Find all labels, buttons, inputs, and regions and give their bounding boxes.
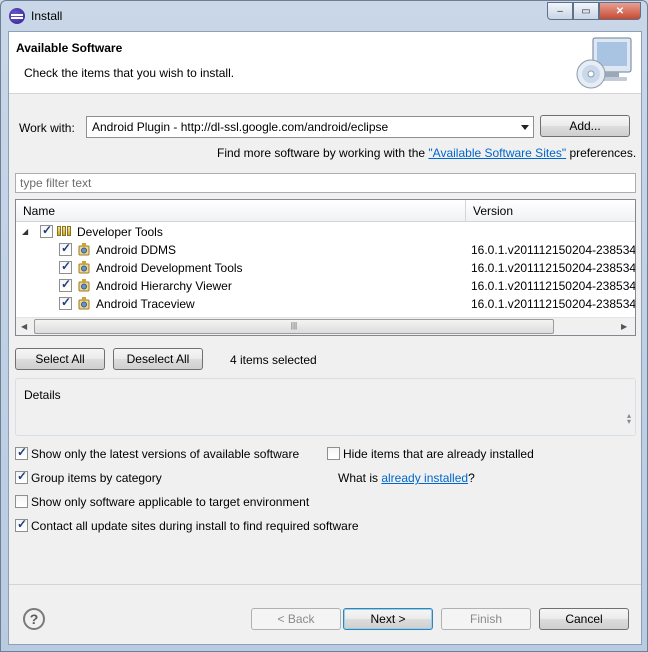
item-version: 16.0.1.v201112150204-238534 <box>471 261 636 275</box>
plugin-feature-icon <box>78 279 90 292</box>
plugin-feature-icon <box>78 297 90 310</box>
category-checkbox[interactable] <box>40 223 53 238</box>
page-description: Check the items that you wish to install… <box>24 66 235 80</box>
hide-installed-label: Hide items that are already installed <box>343 447 534 461</box>
category-row[interactable]: ◢ Developer Tools <box>16 223 635 241</box>
available-sites-link[interactable]: "Available Software Sites" <box>428 146 566 160</box>
item-version: 16.0.1.v201112150204-238534 <box>471 243 636 257</box>
group-category-checkbox[interactable] <box>15 469 28 484</box>
item-name: Android Hierarchy Viewer <box>96 279 232 293</box>
details-scroll-icon[interactable]: ▴ ▾ <box>627 412 631 426</box>
details-group: Details ▴ ▾ <box>15 378 636 436</box>
find-more-text: Find more software by working with the "… <box>217 146 636 160</box>
window-controls: – ▭ ✕ <box>547 2 641 20</box>
cancel-button[interactable]: Cancel <box>539 608 629 630</box>
tree-row-ddms[interactable]: Android DDMS 16.0.1.v201112150204-238534 <box>16 241 635 259</box>
tree-row-hierarchy-viewer[interactable]: Android Hierarchy Viewer 16.0.1.v2011121… <box>16 277 635 295</box>
item-checkbox[interactable] <box>59 277 72 292</box>
category-label: Developer Tools <box>77 225 163 239</box>
work-with-label: Work with: <box>19 121 75 135</box>
item-name: Android DDMS <box>96 243 177 257</box>
footer-separator <box>9 584 641 585</box>
item-version: 16.0.1.v201112150204-238534 <box>471 297 636 311</box>
page-title: Available Software <box>16 41 123 55</box>
scrollbar-thumb[interactable]: ||| <box>34 319 554 334</box>
install-window: Install – ▭ ✕ Available Software Check t… <box>0 0 648 652</box>
work-with-value: Android Plugin - http://dl-ssl.google.co… <box>92 120 389 134</box>
eclipse-icon <box>9 8 25 24</box>
install-software-icon <box>576 37 632 89</box>
tree-header: Name Version <box>16 200 635 222</box>
already-installed-link[interactable]: already installed <box>381 471 468 485</box>
selection-count: 4 items selected <box>230 353 317 367</box>
window-title: Install <box>31 9 63 23</box>
close-button[interactable]: ✕ <box>599 2 641 20</box>
next-button[interactable]: Next > <box>343 608 433 630</box>
hide-installed-checkbox[interactable] <box>327 447 340 460</box>
filter-input[interactable]: type filter text <box>15 173 636 193</box>
what-is-suffix: ? <box>468 471 475 485</box>
chevron-down-icon[interactable] <box>521 125 529 130</box>
minimize-button[interactable]: – <box>547 2 573 20</box>
what-is-installed-text: What is already installed? <box>338 471 475 485</box>
scroll-right-icon[interactable]: ▶ <box>621 322 627 331</box>
tree-row-adt[interactable]: Android Development Tools 16.0.1.v201112… <box>16 259 635 277</box>
select-all-button[interactable]: Select All <box>15 348 105 370</box>
work-with-combo[interactable]: Android Plugin - http://dl-ssl.google.co… <box>86 116 534 138</box>
item-name: Android Development Tools <box>96 261 243 275</box>
details-label: Details <box>24 388 61 402</box>
column-version[interactable]: Version <box>473 204 513 218</box>
help-icon[interactable]: ? <box>23 608 45 630</box>
scroll-left-icon[interactable]: ◀ <box>21 322 27 331</box>
plugin-feature-icon <box>78 243 90 256</box>
finish-button[interactable]: Finish <box>441 608 531 630</box>
item-checkbox[interactable] <box>59 295 72 310</box>
collapse-triangle-icon[interactable]: ◢ <box>22 227 28 236</box>
item-version: 16.0.1.v201112150204-238534 <box>471 279 636 293</box>
find-more-prefix: Find more software by working with the <box>217 146 429 160</box>
dialog-client: Available Software Check the items that … <box>8 31 642 645</box>
column-separator[interactable] <box>465 200 466 222</box>
deselect-all-button[interactable]: Deselect All <box>113 348 203 370</box>
find-more-suffix: preferences. <box>566 146 637 160</box>
latest-versions-checkbox[interactable] <box>15 445 28 460</box>
contact-sites-label: Contact all update sites during install … <box>31 519 359 533</box>
item-checkbox[interactable] <box>59 259 72 274</box>
latest-versions-label: Show only the latest versions of availab… <box>31 447 300 461</box>
target-env-label: Show only software applicable to target … <box>31 495 310 509</box>
item-checkbox[interactable] <box>59 241 72 256</box>
item-name: Android Traceview <box>96 297 195 311</box>
back-button[interactable]: < Back <box>251 608 341 630</box>
tree-row-traceview[interactable]: Android Traceview 16.0.1.v201112150204-2… <box>16 295 635 313</box>
title-bar[interactable]: Install – ▭ ✕ <box>1 1 647 31</box>
column-name[interactable]: Name <box>23 204 55 218</box>
group-category-label: Group items by category <box>31 471 162 485</box>
wizard-header: Available Software Check the items that … <box>9 32 641 94</box>
add-site-button[interactable]: Add... <box>540 115 630 137</box>
target-env-checkbox[interactable] <box>15 495 28 508</box>
maximize-button[interactable]: ▭ <box>573 2 599 20</box>
category-icon <box>57 226 71 236</box>
contact-sites-checkbox[interactable] <box>15 517 28 532</box>
plugin-feature-icon <box>78 261 90 274</box>
what-is-prefix: What is <box>338 471 382 485</box>
software-tree[interactable]: Name Version ◢ Developer Tools Android D… <box>15 199 636 336</box>
horizontal-scrollbar[interactable]: ◀ ||| ▶ <box>16 317 635 335</box>
